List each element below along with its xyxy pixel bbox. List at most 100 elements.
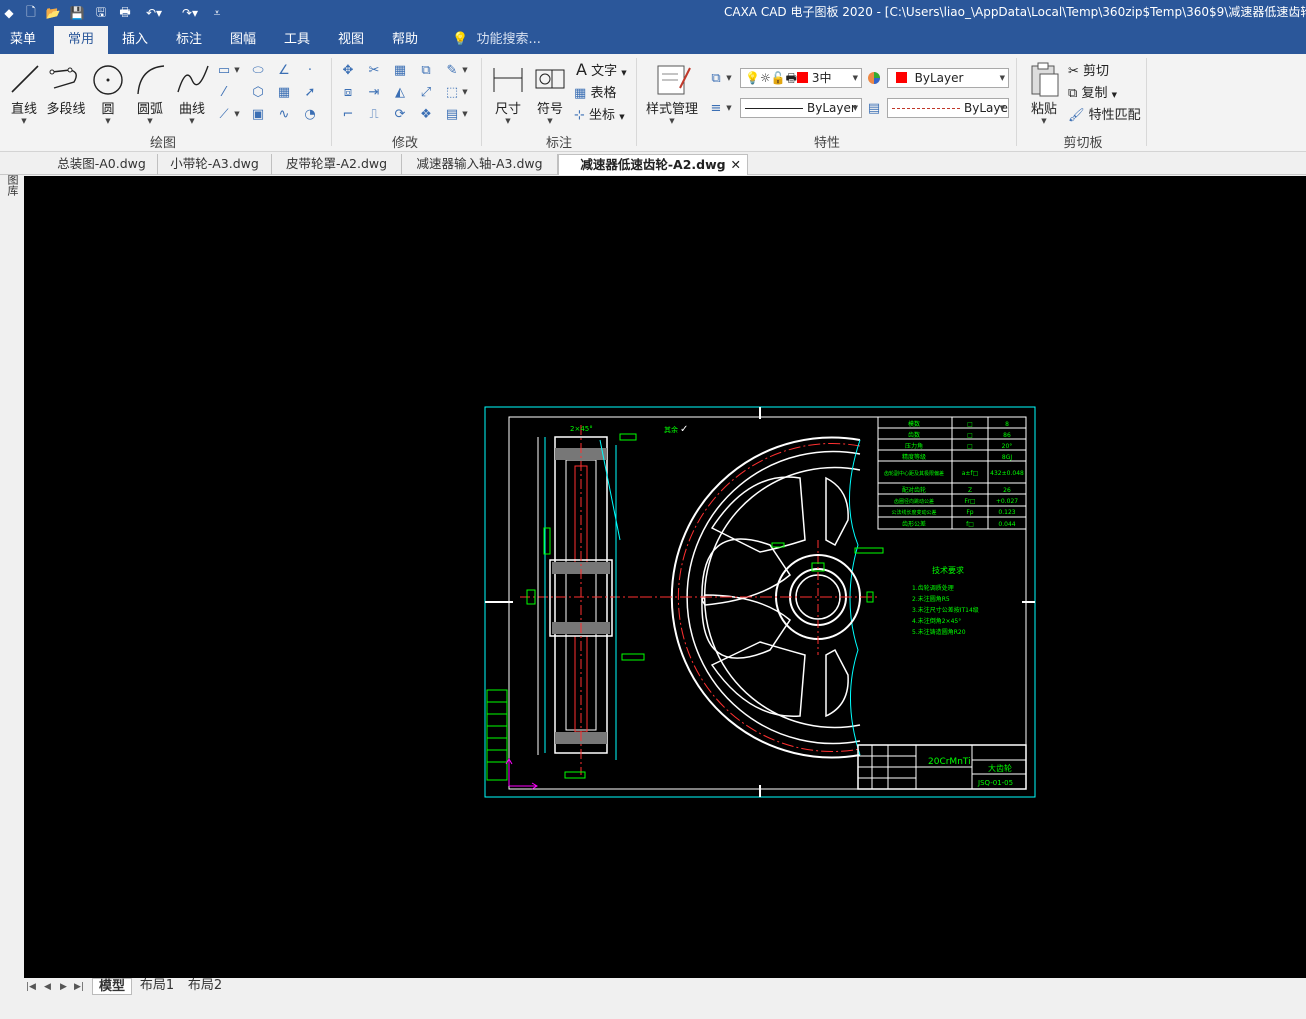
- paste-button[interactable]: 粘贴 ▼: [1024, 58, 1064, 125]
- cad-drawing: 2×45° 其余 ✓ 模数 □ 8 齿数 □ 86 压力角 □ 20° 精度等级…: [484, 406, 1036, 798]
- doc-tab[interactable]: 总装图-A0.dwg: [46, 154, 158, 175]
- new-file-icon[interactable]: 🗋: [22, 3, 40, 23]
- cut-button[interactable]: ✂ 剪切: [1068, 60, 1109, 79]
- linetype-select[interactable]: ByLayer ▼: [740, 98, 862, 118]
- offset-icon[interactable]: ⧉: [416, 60, 436, 80]
- tab-help[interactable]: 帮助: [382, 26, 428, 54]
- layout-tab-2[interactable]: 布局2: [184, 978, 226, 995]
- fillet-icon[interactable]: ⌐: [338, 104, 358, 124]
- gear-spec-table: 模数 □ 8 齿数 □ 86 压力角 □ 20° 精度等级 8GJ 齿轮副中心距…: [877, 416, 1027, 530]
- array-icon[interactable]: ▦: [390, 60, 410, 80]
- centerline-dropdown[interactable]: ▼: [232, 104, 242, 124]
- point-icon[interactable]: ·: [300, 60, 320, 80]
- drawing-canvas[interactable]: 2×45° 其余 ✓ 模数 □ 8 齿数 □ 86 压力角 □ 20° 精度等级…: [24, 176, 1306, 978]
- lineweight-dropdown[interactable]: ▼: [724, 98, 734, 118]
- copy-object-icon[interactable]: ⧈: [338, 82, 358, 102]
- layer-select[interactable]: 💡☼🔓🖶 3中 ▼: [740, 68, 862, 88]
- tab-annotate[interactable]: 标注: [166, 26, 212, 54]
- color-wheel-icon[interactable]: [864, 68, 884, 88]
- linestyle-icon[interactable]: ▤: [864, 98, 884, 118]
- dimension-button[interactable]: 尺寸 ▼: [488, 58, 528, 125]
- scale-icon[interactable]: ⤢: [416, 82, 436, 102]
- rectangle-dropdown[interactable]: ▼: [232, 60, 242, 80]
- close-icon[interactable]: ✕: [731, 155, 741, 175]
- region-icon[interactable]: ▣: [248, 104, 268, 124]
- polygon-icon[interactable]: ⬡: [248, 82, 268, 102]
- text-button[interactable]: A 文字 ▼: [576, 60, 627, 79]
- color-select[interactable]: ByLayer ▼: [887, 68, 1009, 88]
- rectangle-icon[interactable]: ▭: [214, 60, 234, 80]
- layout-tab-model[interactable]: 模型: [92, 978, 132, 995]
- print-icon[interactable]: 🖶: [116, 3, 134, 23]
- rotate-icon[interactable]: ⟳: [390, 104, 410, 124]
- save-icon[interactable]: 💾: [68, 3, 86, 23]
- feature-search[interactable]: 💡 功能搜索...: [452, 26, 541, 54]
- last-layout-icon[interactable]: ▶|: [74, 982, 84, 992]
- line-button[interactable]: 直线 ▼: [4, 58, 44, 125]
- erase-dropdown[interactable]: ▼: [460, 60, 470, 80]
- lock-icon: 🔓: [770, 71, 786, 85]
- erase-icon[interactable]: ✎: [442, 60, 462, 80]
- doc-tab-active[interactable]: 减速器低速齿轮-A2.dwg ✕: [558, 154, 748, 175]
- tech-note: 5.未注铸造圆角R20: [912, 628, 966, 636]
- open-file-icon[interactable]: 📂: [44, 3, 62, 23]
- undo-icon[interactable]: ↶▾: [140, 3, 168, 23]
- menu-main[interactable]: 菜单: [0, 26, 46, 54]
- layer-color-swatch: [797, 72, 808, 83]
- trim-icon[interactable]: ✂: [364, 60, 384, 80]
- lineweight-select[interactable]: ByLaye ▼: [887, 98, 1009, 118]
- fill-icon[interactable]: ◔: [300, 104, 320, 124]
- tab-sheet[interactable]: 图幅: [220, 26, 266, 54]
- app-logo-icon[interactable]: ◆: [0, 3, 18, 23]
- spec-value: 86: [1003, 432, 1011, 439]
- gear-front-view: [640, 436, 884, 759]
- tab-view[interactable]: 视图: [328, 26, 374, 54]
- layout-tab-1[interactable]: 布局1: [136, 978, 178, 995]
- spline-icon[interactable]: ∿: [274, 104, 294, 124]
- circle-button[interactable]: 圆 ▼: [88, 58, 128, 125]
- doc-tab[interactable]: 减速器输入轴-A3.dwg: [402, 154, 558, 175]
- redo-icon[interactable]: ↷▾: [176, 3, 204, 23]
- prev-layout-icon[interactable]: ◀: [44, 982, 51, 992]
- extend-icon[interactable]: ⇥: [364, 82, 384, 102]
- save-as-icon[interactable]: 🖫: [92, 3, 110, 23]
- parallel-line-icon[interactable]: ⁄: [214, 82, 234, 102]
- polyline-button[interactable]: 多段线: [44, 58, 88, 124]
- symbol-button[interactable]: 符号 ▼: [530, 58, 570, 125]
- angle-line-icon[interactable]: ∠: [274, 60, 294, 80]
- break-icon[interactable]: ⎍: [364, 104, 384, 124]
- customize-icon[interactable]: ⩡: [208, 3, 226, 23]
- coordinate-button[interactable]: ⊹ 坐标 ▼: [574, 104, 625, 123]
- hatch-icon[interactable]: ▦: [274, 82, 294, 102]
- library-panel-tab[interactable]: 图库: [5, 174, 19, 196]
- tab-common[interactable]: 常用: [54, 26, 108, 54]
- arrow-icon[interactable]: ➚: [300, 82, 320, 102]
- spec-symbol: □: [967, 443, 973, 450]
- tab-tools[interactable]: 工具: [274, 26, 320, 54]
- separator: [481, 58, 482, 146]
- doc-tab[interactable]: 皮带轮罩-A2.dwg: [272, 154, 402, 175]
- match-properties-button[interactable]: 🖌 特性匹配: [1068, 104, 1141, 123]
- lineweight-icon[interactable]: ≡: [706, 98, 726, 118]
- layer-manager-dropdown[interactable]: ▼: [724, 68, 734, 88]
- edit-dropdown[interactable]: ▼: [460, 104, 470, 124]
- tab-insert[interactable]: 插入: [112, 26, 158, 54]
- style-manager-button[interactable]: 样式管理 ▼: [644, 58, 700, 125]
- ellipse-icon[interactable]: ⬭: [248, 60, 268, 80]
- doc-tab[interactable]: 小带轮-A3.dwg: [158, 154, 272, 175]
- table-button[interactable]: ▦ 表格: [574, 82, 616, 101]
- move-icon[interactable]: ✥: [338, 60, 358, 80]
- curve-button[interactable]: 曲线 ▼: [172, 58, 212, 125]
- copy-button[interactable]: ⧉ 复制 ▼: [1068, 82, 1117, 101]
- arc-button[interactable]: 圆弧 ▼: [130, 58, 170, 125]
- stretch-icon[interactable]: ⬚: [442, 82, 462, 102]
- stretch-dropdown[interactable]: ▼: [460, 82, 470, 102]
- first-layout-icon[interactable]: |◀: [26, 982, 36, 992]
- edit-icon[interactable]: ▤: [442, 104, 462, 124]
- centerline-icon[interactable]: ⟋: [214, 104, 234, 124]
- explode-icon[interactable]: ❖: [416, 104, 436, 124]
- text-icon: A: [576, 60, 587, 79]
- layer-manager-icon[interactable]: ⧉: [706, 68, 726, 88]
- next-layout-icon[interactable]: ▶: [60, 982, 67, 992]
- mirror-icon[interactable]: ◭: [390, 82, 410, 102]
